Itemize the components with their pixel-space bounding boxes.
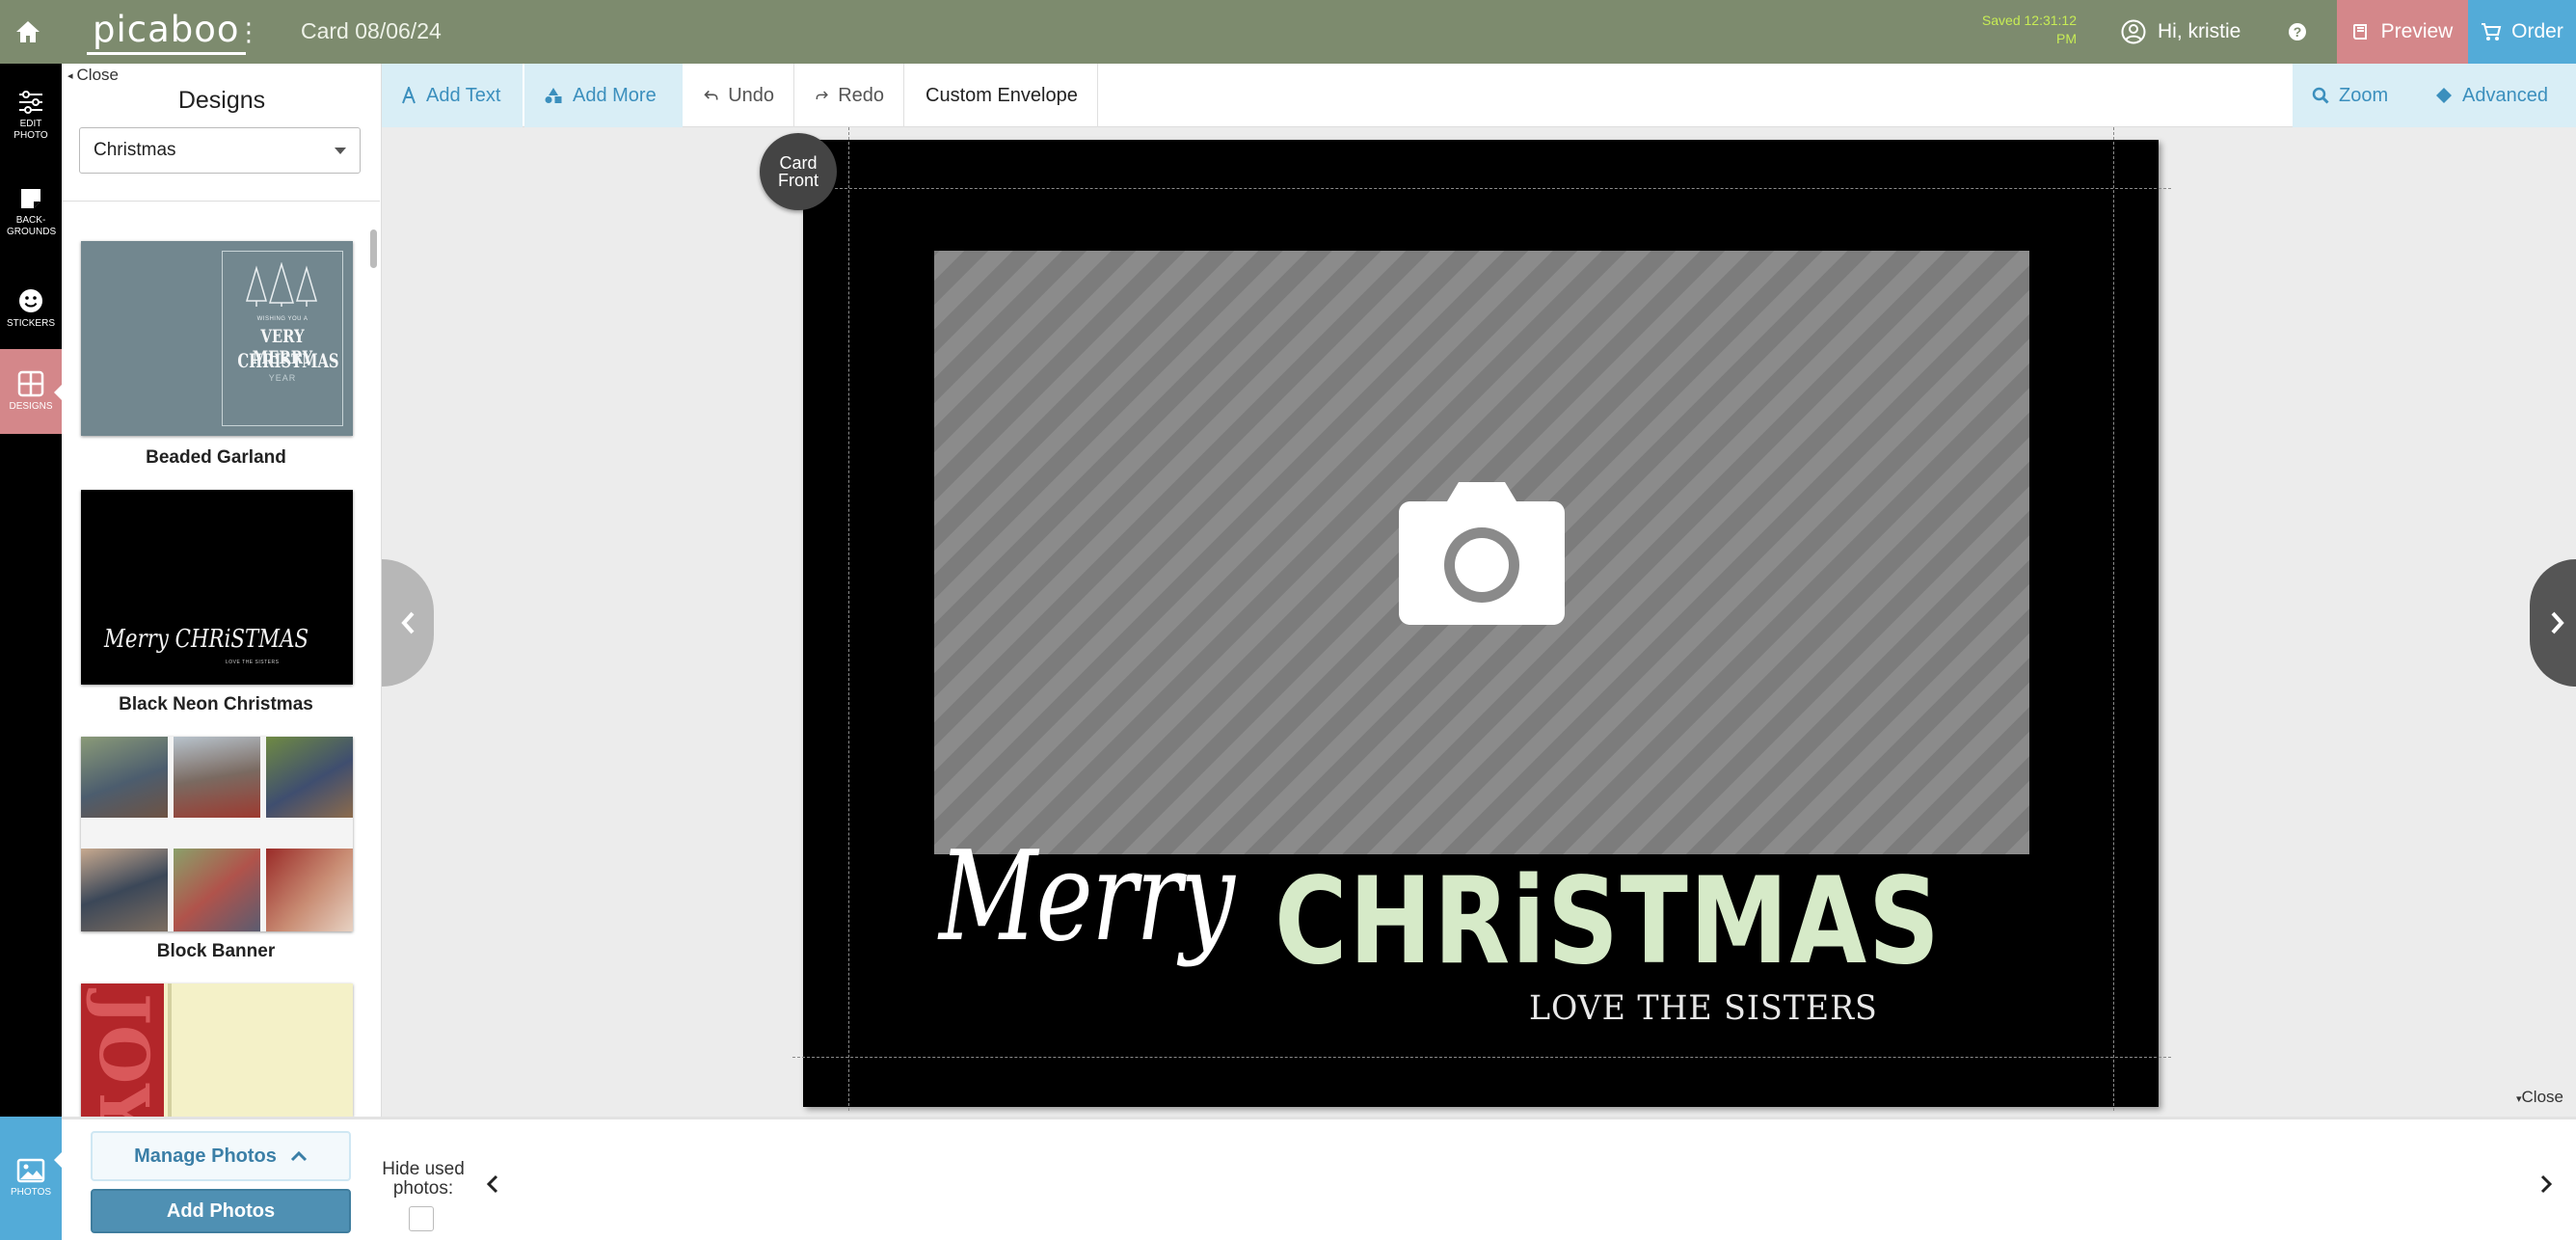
more-menu-icon[interactable]: ⋮ — [235, 15, 262, 48]
add-photos-button[interactable]: Add Photos — [91, 1189, 351, 1233]
project-title[interactable]: Card 08/06/24 — [301, 18, 442, 44]
previous-page-button[interactable] — [382, 559, 434, 687]
panel-scrollbar[interactable] — [370, 229, 377, 268]
top-bar: picaboo ⋮ Card 08/06/24 Saved 12:31:12 P… — [0, 0, 2576, 64]
caret-left-icon: ◂ — [67, 69, 73, 82]
rail-backgrounds[interactable]: BACK- GROUNDS — [0, 170, 62, 255]
zoom-icon — [2312, 87, 2329, 104]
tool-rail: EDIT PHOTO BACK- GROUNDS STICKERS DESIGN… — [0, 64, 63, 1240]
rail-edit-photo[interactable]: EDIT PHOTO — [0, 73, 62, 158]
design-thumb-block-banner[interactable] — [81, 737, 353, 931]
signature-text[interactable]: LOVE THE SISTERS — [1529, 989, 1878, 1028]
tree-icons — [245, 262, 318, 307]
merry-text[interactable]: Merry — [939, 825, 1235, 969]
redo-icon — [816, 91, 828, 99]
panel-divider — [62, 201, 380, 202]
add-text-button[interactable]: Add Text — [382, 64, 523, 127]
user-greeting: Hi, kristie — [2158, 20, 2241, 42]
hide-used-label: Hide used photos: — [382, 1159, 465, 1199]
order-button[interactable]: Order — [2468, 0, 2576, 64]
card-front-badge: Card Front — [760, 133, 837, 210]
tray-next-icon[interactable] — [2532, 1170, 2561, 1199]
family-photo — [81, 737, 168, 818]
chevron-right-icon — [2551, 611, 2564, 634]
family-photo — [266, 737, 353, 818]
chevron-left-icon — [401, 611, 415, 634]
design-label: Beaded Garland — [146, 447, 286, 468]
photo-tray: Manage Photos Add Photos Hide used photo… — [62, 1117, 2576, 1240]
book-icon — [2352, 24, 2367, 40]
design-text-line: LOVE THE SISTERS — [226, 660, 280, 665]
svg-text:?: ? — [2294, 24, 2302, 40]
rail-stickers[interactable]: STICKERS — [0, 266, 62, 351]
diamond-icon — [2436, 88, 2452, 103]
rail-photos[interactable]: PHOTOS — [0, 1117, 63, 1240]
design-thumb-black-neon-christmas[interactable]: Merry CHRiSTMAS LOVE THE SISTERS — [81, 490, 353, 685]
design-text-line: WISHING YOU A — [256, 316, 309, 322]
shapes-icon — [545, 88, 562, 103]
user-icon — [2121, 19, 2146, 44]
design-category-select[interactable]: Christmas — [79, 127, 361, 174]
backgrounds-icon — [21, 189, 40, 208]
christmas-text[interactable]: CHRiSTMAS — [1275, 852, 1942, 991]
image-icon — [16, 1158, 45, 1183]
family-photo — [266, 849, 353, 931]
design-label: Block Banner — [156, 941, 276, 961]
design-text-line: JOY — [84, 993, 164, 1117]
undo-button[interactable]: Undo — [684, 64, 794, 127]
design-thumb-beaded-garland[interactable]: WISHING YOU A VERY MERRY CHRISTMAS YEAR — [81, 241, 353, 436]
tray-close-button[interactable]: ▾Close — [2516, 1088, 2563, 1107]
next-page-button[interactable] — [2530, 559, 2576, 687]
family-photo — [81, 849, 168, 931]
picaboo-logo[interactable]: picaboo — [87, 8, 246, 56]
smiley-icon — [19, 289, 42, 312]
design-thumb-joy[interactable]: JOY — [81, 984, 353, 1117]
cart-icon — [2482, 23, 2502, 40]
redo-button[interactable]: Redo — [796, 64, 904, 127]
hide-used-checkbox[interactable] — [409, 1206, 434, 1231]
safe-area-guide — [848, 127, 849, 1111]
safe-area-guide — [835, 188, 2171, 189]
rail-designs[interactable]: DESIGNS — [0, 349, 63, 434]
user-menu[interactable]: Hi, kristie — [2121, 17, 2241, 46]
undo-icon — [704, 90, 718, 100]
text-icon — [402, 87, 416, 104]
design-text-line: Merry CHRiSTMAS — [104, 625, 309, 654]
designs-panel: ◂ Close Designs Christmas WISHING YOU A … — [62, 64, 382, 1117]
camera-icon — [1399, 482, 1565, 625]
tray-prev-icon[interactable] — [478, 1170, 507, 1199]
design-text-line: CHRISTMAS — [237, 349, 339, 372]
safe-area-guide — [2113, 127, 2114, 1111]
dropdown-caret-icon — [335, 148, 346, 160]
grid-icon — [17, 370, 44, 397]
home-icon[interactable] — [0, 0, 56, 64]
sliders-icon — [19, 91, 42, 114]
design-text-line: YEAR — [268, 373, 297, 383]
panel-close-button[interactable]: ◂ Close — [67, 66, 119, 85]
panel-title: Designs — [177, 87, 266, 114]
editor-toolbar: Add Text Add More Undo Redo Custom Envel… — [382, 64, 2576, 127]
photo-placeholder[interactable] — [934, 251, 2029, 854]
design-label: Black Neon Christmas — [119, 694, 313, 714]
manage-photos-button[interactable]: Manage Photos — [91, 1131, 351, 1181]
preview-button[interactable]: Preview — [2337, 0, 2468, 64]
chevron-up-icon — [290, 1150, 307, 1162]
custom-envelope-button[interactable]: Custom Envelope — [906, 64, 1098, 127]
family-photo — [174, 849, 260, 931]
family-photo — [174, 737, 260, 818]
advanced-button[interactable]: Advanced — [2416, 64, 2576, 127]
safe-area-guide — [792, 1057, 2171, 1058]
saved-status: Saved 12:31:12 PM — [1981, 13, 2077, 46]
add-more-button[interactable]: Add More — [524, 64, 683, 127]
help-icon[interactable]: ? — [2285, 19, 2310, 44]
zoom-button[interactable]: Zoom — [2293, 64, 2416, 127]
stripe-divider — [168, 984, 172, 1117]
